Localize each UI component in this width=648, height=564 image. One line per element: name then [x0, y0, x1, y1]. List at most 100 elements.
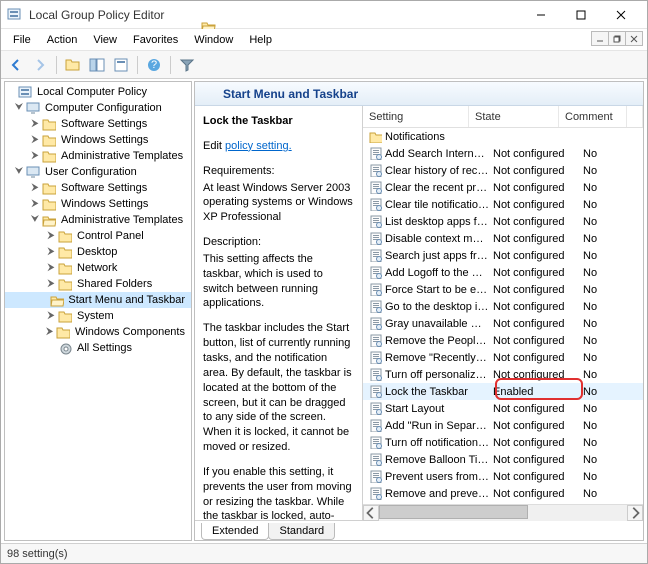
edit-policy-link[interactable]: policy setting. — [225, 140, 292, 152]
setting-row[interactable]: Clear history of recently opene...Not co… — [363, 162, 643, 179]
setting-row[interactable]: Search just apps from the App...Not conf… — [363, 247, 643, 264]
help-button[interactable]: ? — [143, 54, 165, 76]
tree-root[interactable]: Local Computer Policy — [5, 84, 191, 100]
computer-icon — [25, 100, 41, 116]
folder-open-icon — [41, 212, 57, 228]
settings-rows[interactable]: Notifications Add Search Internet link t… — [363, 128, 643, 504]
policy-icon — [17, 84, 33, 100]
maximize-button[interactable] — [561, 4, 601, 26]
title-bar: Local Group Policy Editor — [1, 1, 647, 29]
scroll-left-button[interactable] — [363, 505, 379, 521]
mdi-minimize[interactable] — [591, 31, 609, 46]
result-pane: Start Menu and Taskbar Lock the Taskbar … — [194, 81, 644, 541]
setting-row[interactable]: Remove "Recently added" list f...Not con… — [363, 349, 643, 366]
folder-icon — [367, 129, 383, 145]
tree-cc-admin[interactable]: ⮞Administrative Templates — [5, 148, 191, 164]
setting-icon — [367, 265, 383, 281]
menu-action[interactable]: Action — [39, 32, 86, 48]
folder-icon — [41, 180, 57, 196]
folder-icon — [55, 324, 71, 340]
col-state[interactable]: State — [469, 106, 559, 127]
setting-row[interactable]: Turn off personalized menusNot configure… — [363, 366, 643, 383]
setting-icon — [367, 163, 383, 179]
main-area: Local Computer Policy ⮟ Computer Configu… — [1, 79, 647, 543]
setting-row[interactable]: Remove the People Bar from t...Not confi… — [363, 332, 643, 349]
tree-admin-child[interactable]: ⮞System — [5, 308, 191, 324]
setting-row[interactable]: Add "Run in Separate Memory...Not config… — [363, 417, 643, 434]
col-setting[interactable]: Setting — [363, 106, 469, 127]
tree-admin-child[interactable]: ⮞Control Panel — [5, 228, 191, 244]
setting-row[interactable]: Start LayoutNot configuredNo — [363, 400, 643, 417]
menu-help[interactable]: Help — [241, 32, 280, 48]
setting-row[interactable]: Force Start to be either full scr...Not … — [363, 281, 643, 298]
group-row[interactable]: Notifications — [363, 128, 643, 145]
setting-row[interactable]: List desktop apps first in the A...Not c… — [363, 213, 643, 230]
close-button[interactable] — [601, 4, 641, 26]
desc-title: Lock the Taskbar — [203, 114, 354, 129]
show-hide-tree-button[interactable] — [86, 54, 108, 76]
tree-admin-child[interactable]: Start Menu and Taskbar — [5, 292, 191, 308]
horizontal-scrollbar[interactable] — [363, 504, 643, 520]
setting-row[interactable]: Lock the TaskbarEnabledNo — [363, 383, 643, 400]
setting-icon — [367, 316, 383, 332]
setting-icon — [367, 367, 383, 383]
forward-button[interactable] — [29, 54, 51, 76]
scroll-right-button[interactable] — [627, 505, 643, 521]
col-comment[interactable]: Comment — [559, 106, 627, 127]
toolbar: ? — [1, 51, 647, 79]
menu-file[interactable]: File — [5, 32, 39, 48]
menu-window[interactable]: Window — [186, 32, 241, 48]
setting-icon — [367, 384, 383, 400]
tree-admin-child[interactable]: ⮞Desktop — [5, 244, 191, 260]
setting-icon — [367, 350, 383, 366]
setting-row[interactable]: Go to the desktop instead of St...Not co… — [363, 298, 643, 315]
setting-row[interactable]: Add Search Internet link to Sta...Not co… — [363, 145, 643, 162]
tree-admin-child[interactable]: All Settings — [5, 340, 191, 356]
setting-icon — [367, 333, 383, 349]
setting-row[interactable]: Clear the recent programs list f...Not c… — [363, 179, 643, 196]
setting-row[interactable]: Remove Balloon Tips on Start ...Not conf… — [363, 451, 643, 468]
setting-icon — [367, 486, 383, 502]
mdi-controls — [592, 31, 643, 46]
folder-icon — [41, 132, 57, 148]
setting-row[interactable]: Disable context menus in the S...Not con… — [363, 230, 643, 247]
menu-view[interactable]: View — [85, 32, 125, 48]
setting-icon — [367, 146, 383, 162]
tree-cc-software[interactable]: ⮞Software Settings — [5, 116, 191, 132]
folder-icon — [41, 148, 57, 164]
setting-row[interactable]: Add Logoff to the Start MenuNot configur… — [363, 264, 643, 281]
folder-icon — [57, 244, 73, 260]
scroll-thumb[interactable] — [379, 505, 528, 519]
settings-list: Setting State Comment Notifications Add … — [363, 106, 643, 520]
tree-computer-config[interactable]: ⮟ Computer Configuration — [5, 100, 191, 116]
tab-standard[interactable]: Standard — [268, 523, 335, 540]
window-title: Local Group Policy Editor — [29, 8, 521, 22]
app-icon — [7, 7, 23, 23]
setting-row[interactable]: Turn off notification area clean...Not c… — [363, 434, 643, 451]
back-button[interactable] — [5, 54, 27, 76]
tree-admin-child[interactable]: ⮞Network — [5, 260, 191, 276]
folder-icon — [50, 292, 64, 308]
mdi-close[interactable] — [625, 31, 643, 46]
up-button[interactable] — [62, 54, 84, 76]
tree-admin-child[interactable]: ⮞Shared Folders — [5, 276, 191, 292]
tree-user-config[interactable]: ⮟ User Configuration — [5, 164, 191, 180]
tree-uc-windows[interactable]: ⮞Windows Settings — [5, 196, 191, 212]
properties-button[interactable] — [110, 54, 132, 76]
mdi-restore[interactable] — [608, 31, 626, 46]
filter-button[interactable] — [176, 54, 198, 76]
setting-row[interactable]: Remove and prevent access to...Not confi… — [363, 485, 643, 502]
tree-uc-admin[interactable]: ⮟Administrative Templates — [5, 212, 191, 228]
setting-icon — [367, 282, 383, 298]
setting-row[interactable]: Prevent users from customizin...Not conf… — [363, 468, 643, 485]
tab-extended[interactable]: Extended — [201, 523, 269, 540]
setting-row[interactable]: Clear tile notifications during l...Not … — [363, 196, 643, 213]
menu-favorites[interactable]: Favorites — [125, 32, 186, 48]
setting-row[interactable]: Gray unavailable Windows Inst...Not conf… — [363, 315, 643, 332]
setting-icon — [367, 197, 383, 213]
minimize-button[interactable] — [521, 4, 561, 26]
tree-cc-windows[interactable]: ⮞Windows Settings — [5, 132, 191, 148]
console-tree[interactable]: Local Computer Policy ⮟ Computer Configu… — [4, 81, 192, 541]
tree-uc-software[interactable]: ⮞Software Settings — [5, 180, 191, 196]
tree-admin-child[interactable]: ⮞Windows Components — [5, 324, 191, 340]
